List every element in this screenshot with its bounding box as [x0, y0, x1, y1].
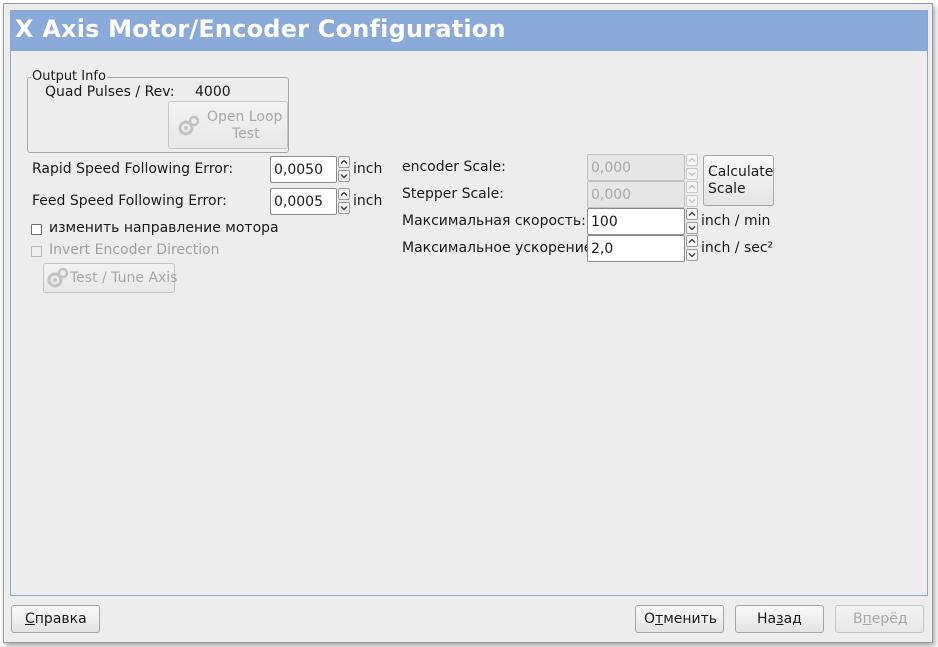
reverse-motor-label[interactable]: изменить направление мотора [49, 220, 279, 236]
max-accel-label: Максимальное ускорение: [402, 240, 598, 256]
max-speed-value: 100 [591, 214, 618, 230]
forward-button[interactable]: Вперёд [835, 605, 924, 633]
max-speed-spinner[interactable] [686, 208, 699, 235]
chevron-down-icon[interactable] [338, 170, 350, 182]
cancel-button-label: Отменить [644, 611, 718, 627]
max-accel-value: 2,0 [591, 241, 614, 257]
test-tune-axis-button[interactable]: Test / Tune Axis [43, 263, 178, 293]
forward-button-label: Вперёд [853, 611, 908, 627]
page-title: X Axis Motor/Encoder Configuration [15, 15, 506, 43]
wizard-window: X Axis Motor/Encoder Configuration Outpu… [3, 3, 933, 643]
open-loop-line1: Open Loop [207, 109, 283, 125]
cancel-button[interactable]: Отменить [635, 605, 724, 633]
max-speed-unit: inch / min [701, 213, 771, 229]
max-accel-unit: inch / sec² [701, 240, 774, 256]
chevron-up-icon[interactable] [686, 235, 698, 247]
back-button[interactable]: Назад [735, 605, 824, 633]
feed-following-error-value: 0,0005 [274, 194, 323, 210]
encoder-scale-value: 0,000 [591, 160, 632, 176]
test-tune-axis-label: Test / Tune Axis [70, 270, 178, 286]
content-panel: X Axis Motor/Encoder Configuration Outpu… [10, 10, 928, 596]
max-speed-label: Максимальная скорость: [402, 213, 586, 229]
stepper-scale-label: Stepper Scale: [402, 186, 504, 202]
chevron-down-icon[interactable] [686, 222, 698, 234]
feed-following-error-label: Feed Speed Following Error: [32, 193, 227, 209]
chevron-up-icon[interactable] [338, 188, 350, 200]
chevron-down-icon[interactable] [686, 195, 698, 207]
reverse-motor-checkbox[interactable] [31, 224, 42, 235]
open-loop-test-button[interactable]: Open Loop Test [168, 101, 288, 149]
max-accel-spinner[interactable] [686, 235, 699, 262]
chevron-down-icon[interactable] [338, 202, 350, 214]
open-loop-line2: Test [232, 126, 260, 142]
gears-icon [178, 115, 200, 141]
feed-following-error-spinner[interactable] [338, 188, 351, 215]
help-button-label: Справка [25, 611, 87, 627]
chevron-up-icon[interactable] [338, 156, 350, 168]
chevron-down-icon[interactable] [686, 249, 698, 261]
calculate-scale-button[interactable]: Calculate Scale [703, 155, 774, 206]
encoder-scale-label: encoder Scale: [402, 159, 506, 175]
help-button[interactable]: Справка [11, 605, 100, 633]
stepper-scale-value: 0,000 [591, 187, 632, 203]
quad-pulses-label: Quad Pulses / Rev: [45, 84, 175, 100]
quad-pulses-value: 4000 [195, 84, 231, 100]
encoder-scale-spinner[interactable] [686, 154, 699, 181]
encoder-scale-input[interactable]: 0,000 [587, 154, 685, 181]
chevron-up-icon[interactable] [686, 208, 698, 220]
gears-icon [47, 267, 69, 293]
rapid-following-error-input[interactable]: 0,0050 [270, 156, 337, 183]
invert-encoder-label[interactable]: Invert Encoder Direction [49, 242, 220, 258]
chevron-up-icon[interactable] [686, 154, 698, 166]
page-header: X Axis Motor/Encoder Configuration [11, 11, 927, 51]
chevron-down-icon[interactable] [686, 168, 698, 180]
output-info-legend: Output Info [31, 69, 107, 84]
stepper-scale-input[interactable]: 0,000 [587, 181, 685, 208]
calculate-scale-line2: Scale [708, 181, 746, 197]
max-speed-input[interactable]: 100 [587, 208, 685, 235]
calculate-scale-line1: Calculate [708, 164, 774, 180]
back-button-label: Назад [757, 611, 802, 627]
stepper-scale-spinner[interactable] [686, 181, 699, 208]
max-accel-input[interactable]: 2,0 [587, 235, 685, 262]
feed-unit: inch [353, 193, 383, 209]
rapid-following-error-label: Rapid Speed Following Error: [32, 161, 234, 177]
invert-encoder-checkbox[interactable] [31, 246, 42, 257]
chevron-up-icon[interactable] [686, 181, 698, 193]
feed-following-error-input[interactable]: 0,0005 [270, 188, 337, 215]
rapid-following-error-spinner[interactable] [338, 156, 351, 183]
rapid-following-error-value: 0,0050 [274, 162, 323, 178]
rapid-unit: inch [353, 161, 383, 177]
